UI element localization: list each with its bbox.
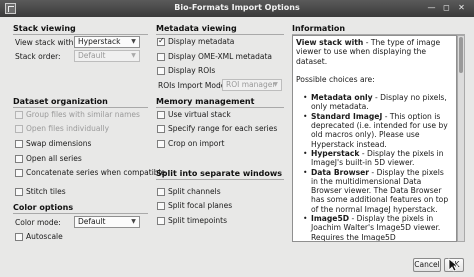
list-item: Metadata only - Display no pixels, only … [303, 93, 453, 112]
stack-viewing-title: Stack viewing [13, 24, 76, 33]
checkbox-box [15, 232, 23, 241]
color-mode-label: Color mode: [15, 218, 61, 227]
roi-import-dropdown[interactable]: ROI manager ▼ [222, 79, 282, 91]
mouse-cursor-icon [448, 258, 458, 272]
checkbox-box [15, 139, 23, 148]
display-metadata-checkbox[interactable]: Display metadata [157, 35, 234, 48]
split-windows-title: Split into separate windows [156, 169, 283, 178]
color-mode-dropdown[interactable]: Default ▼ [74, 216, 140, 228]
autoscale-checkbox[interactable]: Autoscale [15, 230, 63, 243]
stack-order-value: Default [78, 51, 106, 60]
checkbox-box [157, 52, 165, 61]
checkbox-box [15, 168, 23, 177]
stitch-tiles-checkbox[interactable]: Stitch tiles [15, 185, 66, 198]
divider [13, 213, 148, 214]
minimize-icon[interactable]: — [426, 3, 437, 14]
dataset-organization-title: Dataset organization [13, 97, 108, 106]
checkbox-box [157, 139, 165, 148]
split-focal-planes-checkbox[interactable]: Split focal planes [157, 199, 232, 212]
swap-dimensions-checkbox[interactable]: Swap dimensions [15, 137, 91, 150]
roi-import-label: ROIs Import Mode: [158, 81, 228, 90]
checkbox-box [157, 66, 165, 75]
chevron-down-icon: ▼ [131, 38, 136, 45]
list-item: Data Browser - Display the pixels in the… [303, 168, 453, 214]
view-stack-label: View stack with: [15, 38, 76, 47]
use-virtual-stack-checkbox[interactable]: Use virtual stack [157, 108, 231, 121]
close-icon[interactable]: ✕ [456, 3, 467, 14]
view-stack-value: Hyperstack [78, 37, 121, 46]
maximize-icon[interactable]: ◻ [441, 3, 452, 14]
stack-order-label: Stack order: [15, 52, 61, 61]
title-bar: Bio-Formats Import Options — ◻ ✕ [0, 0, 474, 17]
display-rois-checkbox[interactable]: Display ROIs [157, 64, 215, 77]
roi-import-value: ROI manager [226, 80, 276, 89]
color-options-title: Color options [13, 203, 74, 212]
specify-range-checkbox[interactable]: Specify range for each series [157, 122, 277, 135]
color-mode-value: Default [78, 217, 106, 226]
stack-order-dropdown[interactable]: Default ▼ [74, 50, 140, 62]
concatenate-series-checkbox[interactable]: Concatenate series when compatible [15, 166, 165, 179]
checkbox-box [15, 124, 23, 133]
checkbox-box [15, 154, 23, 163]
checkbox-box [157, 216, 165, 225]
memory-management-title: Memory management [156, 97, 255, 106]
cancel-button[interactable]: Cancel [413, 258, 441, 272]
info-intro: View stack with - The type of image view… [296, 38, 453, 66]
checkbox-box [157, 36, 165, 46]
split-channels-checkbox[interactable]: Split channels [157, 185, 221, 198]
view-stack-dropdown[interactable]: Hyperstack ▼ [74, 36, 140, 48]
info-choices-intro: Possible choices are: [296, 74, 375, 84]
checkbox-box [15, 110, 23, 119]
checkbox-box [157, 110, 165, 119]
checkbox-box [15, 187, 23, 196]
divider [13, 34, 148, 35]
list-item: Hyperstack - Display the pixels in Image… [303, 149, 453, 168]
checkbox-box [157, 187, 165, 196]
info-scrollbar[interactable] [457, 35, 465, 242]
chevron-down-icon: ▼ [273, 81, 278, 88]
list-item: Image5D - Display the pixels in Joachim … [303, 214, 453, 241]
window-title: Bio-Formats Import Options [174, 3, 300, 12]
open-files-individually-checkbox[interactable]: Open files individually [15, 122, 109, 135]
crop-on-import-checkbox[interactable]: Crop on import [157, 137, 224, 150]
open-all-series-checkbox[interactable]: Open all series [15, 152, 82, 165]
group-files-checkbox[interactable]: Group files with similar names [15, 108, 140, 121]
divider [156, 179, 284, 180]
scrollbar-thumb[interactable] [459, 37, 463, 73]
list-item: Standard ImageJ - This option is depreca… [303, 112, 453, 149]
information-text-area[interactable]: View stack with - The type of image view… [292, 35, 457, 242]
split-timepoints-checkbox[interactable]: Split timepoints [157, 214, 227, 227]
information-title: Information [292, 24, 346, 33]
metadata-viewing-title: Metadata viewing [156, 24, 237, 33]
info-heading: View stack with [296, 38, 364, 47]
info-choices-list: Metadata only - Display no pixels, only … [296, 93, 453, 241]
checkbox-box [157, 201, 165, 210]
display-ome-xml-checkbox[interactable]: Display OME-XML metadata [157, 50, 272, 63]
chevron-down-icon: ▼ [131, 52, 136, 59]
chevron-down-icon: ▼ [131, 218, 136, 225]
checkbox-box [157, 124, 165, 133]
